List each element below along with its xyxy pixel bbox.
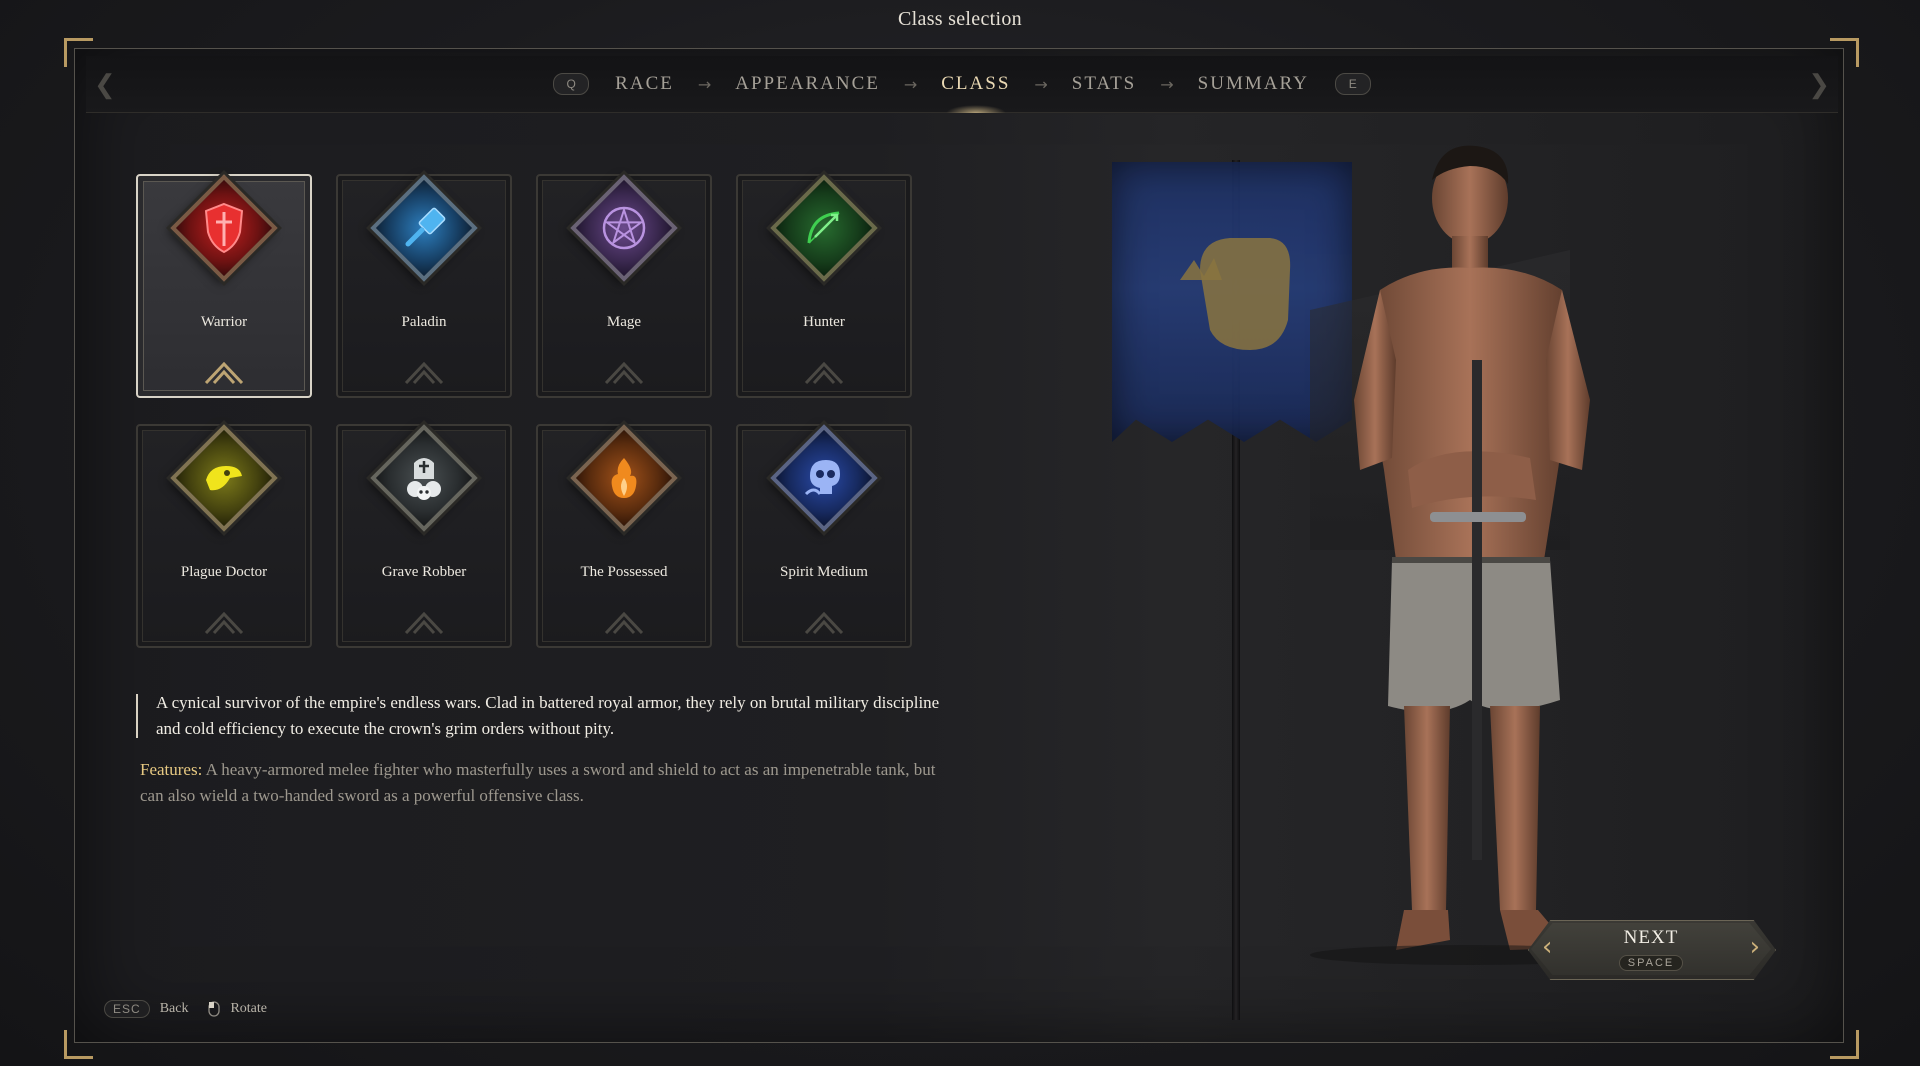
class-lore: A cynical survivor of the empire's endle…: [136, 690, 940, 742]
back-label[interactable]: Back: [160, 1001, 189, 1017]
character-model: [1310, 145, 1630, 965]
window-title: Class selection: [898, 8, 1022, 30]
class-card-plague-doctor[interactable]: Plague Doctor: [136, 424, 312, 648]
step-appearance[interactable]: APPEARANCE: [735, 73, 880, 95]
mouse-icon: [208, 1001, 221, 1017]
arrow-right-icon: →: [1160, 74, 1174, 94]
class-card-mage[interactable]: Mage: [536, 174, 712, 398]
arrow-right-icon: →: [903, 74, 918, 94]
class-card-hunter[interactable]: Hunter: [736, 174, 912, 398]
step-stats[interactable]: STATS: [1072, 73, 1136, 95]
class-name: The Possessed: [580, 564, 668, 580]
class-card-grave-robber[interactable]: Grave Robber: [336, 424, 512, 648]
class-emblem: [564, 168, 684, 288]
next-button-key: SPACE: [1618, 955, 1684, 971]
arrow-right-icon: →: [1034, 74, 1048, 94]
class-emblem: [164, 418, 284, 538]
arrow-right-icon: →: [697, 74, 712, 94]
class-emblem: [764, 168, 884, 288]
class-card-the-possessed[interactable]: The Possessed: [536, 424, 712, 648]
class-emblem: [364, 418, 484, 538]
rank-peak-icon: [804, 362, 844, 384]
class-card-paladin[interactable]: Paladin: [336, 174, 512, 398]
class-emblem: [164, 168, 284, 288]
class-features: Features: A heavy-armored melee fighter …: [140, 757, 940, 809]
prev-step-key[interactable]: Q: [553, 73, 590, 95]
class-name: Mage: [606, 314, 642, 330]
chevron-left-icon: ‹: [1542, 932, 1553, 962]
rank-peak-icon: [404, 362, 444, 384]
pentagram-icon: [564, 168, 684, 288]
class-name: Spirit Medium: [780, 564, 868, 580]
hammer-icon: [364, 168, 484, 288]
next-button[interactable]: ‹ › NEXT SPACE: [1528, 920, 1776, 980]
step-class[interactable]: CLASS: [941, 73, 1010, 113]
lore-text: A cynical survivor of the empire's endle…: [156, 693, 940, 738]
bow-icon: [764, 168, 884, 288]
rank-peak-icon: [204, 362, 244, 384]
class-name: Warrior: [200, 314, 248, 330]
class-name: Plague Doctor: [180, 564, 268, 580]
rotate-label: Rotate: [230, 1001, 267, 1016]
scroll-right-icon[interactable]: ❯: [1808, 70, 1830, 100]
class-card-spirit-medium[interactable]: Spirit Medium: [736, 424, 912, 648]
ghost-skull-icon: [764, 418, 884, 538]
scroll-left-icon[interactable]: ❮: [94, 70, 116, 100]
features-label: Features:: [140, 760, 203, 779]
features-text: A heavy-armored melee fighter who master…: [140, 760, 936, 805]
esc-key[interactable]: ESC: [104, 1000, 150, 1018]
chevron-right-icon: ›: [1749, 932, 1760, 962]
rank-peak-icon: [604, 362, 644, 384]
rank-peak-icon: [604, 612, 644, 634]
class-name: Paladin: [401, 314, 447, 330]
next-button-label: NEXT: [1623, 927, 1679, 948]
flame-icon: [564, 418, 684, 538]
plague-mask-icon: [164, 418, 284, 538]
shield-icon: [164, 168, 284, 288]
class-emblem: [564, 418, 684, 538]
class-emblem: [364, 168, 484, 288]
fist-crown-emblem-icon: [1180, 238, 1291, 350]
class-card-warrior[interactable]: Warrior: [136, 174, 312, 398]
class-grid: Warrior Paladin Mage Hunter Plague Docto…: [136, 170, 926, 650]
skulls-tombstone-icon: [364, 418, 484, 538]
class-name: Hunter: [803, 314, 845, 330]
rank-peak-icon: [204, 612, 244, 634]
class-name: Grave Robber: [381, 564, 467, 580]
character-preview[interactable]: [1050, 140, 1690, 1020]
step-navigation: ❮ Q RACE → APPEARANCE → CLASS → STATS → …: [86, 56, 1838, 113]
quote-bracket-icon: [136, 694, 146, 738]
rank-peak-icon: [404, 612, 444, 634]
step-race[interactable]: RACE: [615, 73, 674, 95]
step-summary[interactable]: SUMMARY: [1198, 73, 1309, 95]
class-emblem: [764, 418, 884, 538]
next-step-key[interactable]: E: [1334, 73, 1371, 95]
footer-hints: ESC Back Rotate: [104, 1000, 267, 1018]
rank-peak-icon: [804, 612, 844, 634]
